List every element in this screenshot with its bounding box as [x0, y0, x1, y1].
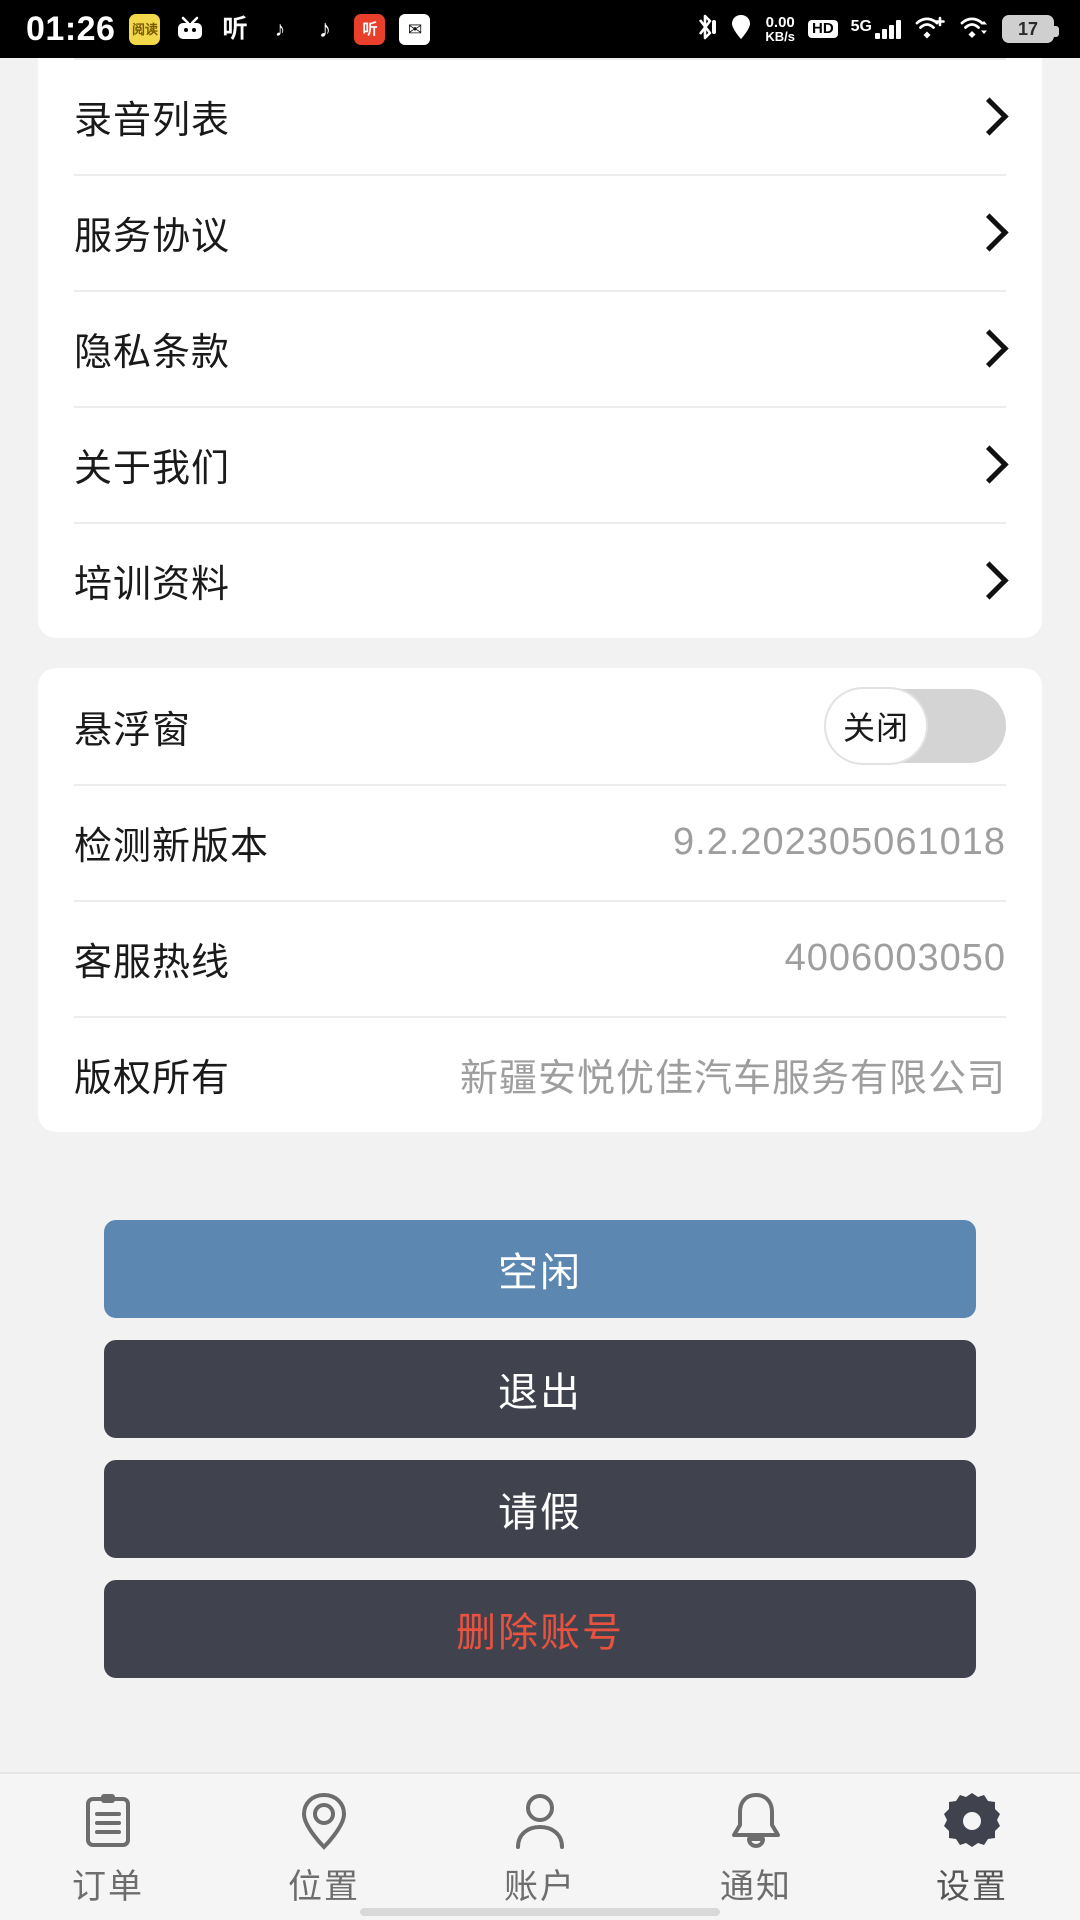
menu-item-recording-list[interactable]: 录音列表: [38, 58, 1042, 174]
douyin-lite-icon: ♪: [274, 17, 286, 41]
status-clock: 01:26: [26, 10, 116, 48]
menu-item-label: 关于我们: [74, 447, 231, 490]
floating-window-toggle[interactable]: 关闭: [826, 689, 1006, 763]
menu-item-privacy-policy[interactable]: 隐私条款: [38, 290, 1042, 406]
menu-card: 录音列表 服务协议 隐私条款 关于我们 培训资料: [38, 58, 1042, 638]
menu-item-label: 录音列表: [74, 99, 231, 142]
logout-button[interactable]: 退出: [104, 1340, 976, 1438]
status-bar: 01:26 阅读 听 ♪ ♪ 听 ✉ 0.00 KB/s HD 5G 17: [0, 0, 1080, 58]
user-icon: [508, 1787, 572, 1853]
bilibili-icon: [174, 14, 205, 45]
tab-label: 通知: [720, 1867, 792, 1906]
chevron-right-icon: [972, 563, 1006, 597]
tab-notifications[interactable]: 通知: [648, 1787, 864, 1908]
delete-account-button[interactable]: 删除账号: [104, 1580, 976, 1678]
chevron-right-icon: [972, 331, 1006, 365]
wifi-sync-icon: [959, 14, 989, 45]
gear-icon: [940, 1787, 1004, 1853]
wifi-plus-icon: [914, 14, 946, 45]
bell-icon: [724, 1787, 788, 1853]
bottom-navigation-bar: 订单 位置 账户 通知 设置: [0, 1772, 1080, 1920]
signal-indicator: 5G: [851, 19, 901, 39]
customer-service-hotline-row[interactable]: 客服热线 4006003050: [38, 900, 1042, 1016]
row-label: 版权所有: [74, 1057, 231, 1100]
status-bar-right: 0.00 KB/s HD 5G 17: [693, 12, 1059, 47]
scroll-content[interactable]: 录音列表 服务协议 隐私条款 关于我们 培训资料 悬浮窗 关闭 检测新版本 9.…: [0, 58, 1080, 1772]
app-screen: 01:26 阅读 听 ♪ ♪ 听 ✉ 0.00 KB/s HD 5G 17 录音…: [0, 0, 1080, 1920]
menu-item-label: 服务协议: [74, 215, 231, 258]
toggle-knob: 关闭: [826, 689, 926, 763]
menu-item-service-agreement[interactable]: 服务协议: [38, 174, 1042, 290]
hotline-value: 4006003050: [784, 936, 1006, 979]
chevron-right-icon: [972, 215, 1006, 249]
tab-account[interactable]: 账户: [432, 1787, 648, 1908]
tab-label: 设置: [936, 1867, 1008, 1906]
row-label: 客服热线: [74, 941, 231, 984]
idle-button[interactable]: 空闲: [104, 1220, 976, 1318]
action-button-group: 空闲 退出 请假 删除账号: [104, 1220, 976, 1678]
mail-icon: ✉: [399, 13, 431, 45]
menu-item-label: 培训资料: [74, 563, 231, 606]
listen-app-icon: 听: [222, 14, 248, 43]
bluetooth-icon: [693, 12, 717, 47]
signal-bars-icon: [875, 19, 901, 39]
menu-item-training-materials[interactable]: 培训资料: [38, 522, 1042, 638]
tab-label: 账户: [504, 1867, 576, 1906]
location-icon: [730, 13, 752, 46]
chevron-right-icon: [972, 447, 1006, 481]
copyright-row: 版权所有 新疆安悦优佳汽车服务有限公司: [38, 1016, 1042, 1132]
floating-window-label: 悬浮窗: [74, 709, 192, 752]
home-indicator: [360, 1908, 720, 1916]
clipboard-icon: [76, 1787, 140, 1853]
chevron-right-icon: [972, 99, 1006, 133]
tiktok-icon: ♪: [318, 14, 332, 43]
check-new-version-row[interactable]: 检测新版本 9.2.202305061018: [38, 784, 1042, 900]
network-speed-indicator: 0.00 KB/s: [765, 13, 795, 45]
info-card: 悬浮窗 关闭 检测新版本 9.2.202305061018 客服热线 40060…: [38, 668, 1042, 1132]
hd-icon: HD: [807, 19, 838, 39]
app-version-value: 9.2.202305061018: [673, 820, 1006, 863]
tab-settings[interactable]: 设置: [864, 1787, 1080, 1908]
menu-item-label: 隐私条款: [74, 331, 231, 374]
tab-location[interactable]: 位置: [216, 1787, 432, 1908]
row-label: 检测新版本: [74, 825, 270, 868]
copyright-value: 新疆安悦优佳汽车服务有限公司: [459, 1057, 1006, 1100]
tab-label: 位置: [288, 1867, 360, 1906]
status-bar-left: 01:26 阅读 听 ♪ ♪ 听 ✉: [26, 10, 431, 48]
leave-request-button[interactable]: 请假: [104, 1460, 976, 1558]
ximalaya-icon: 听: [354, 13, 386, 45]
tab-label: 订单: [72, 1867, 144, 1906]
tab-orders[interactable]: 订单: [0, 1787, 216, 1908]
reading-app-icon: 阅读: [129, 13, 161, 45]
network-type-label: 5G: [850, 18, 872, 35]
battery-indicator: 17: [1002, 15, 1059, 43]
menu-item-about-us[interactable]: 关于我们: [38, 406, 1042, 522]
map-pin-icon: [292, 1787, 356, 1853]
floating-window-row[interactable]: 悬浮窗 关闭: [38, 668, 1042, 784]
